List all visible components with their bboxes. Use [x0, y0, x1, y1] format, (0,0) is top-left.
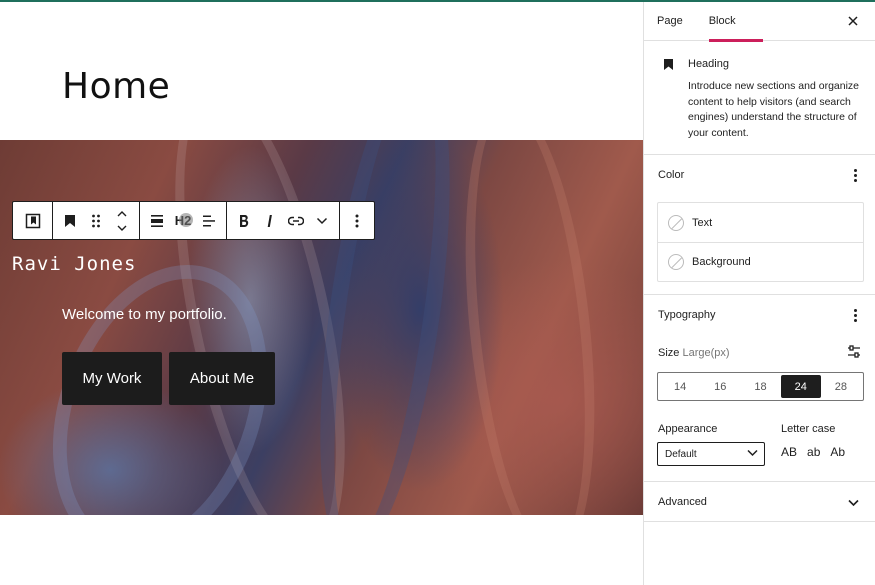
drag-handle-icon: [92, 214, 100, 227]
block-toolbar: H2: [12, 201, 375, 240]
bold-button[interactable]: [231, 202, 257, 239]
my-work-button[interactable]: My Work: [62, 352, 162, 405]
vertical-ellipsis-icon: [355, 214, 359, 227]
text-align-button[interactable]: [196, 202, 222, 239]
color-panel-title[interactable]: Color: [658, 169, 684, 181]
size-option-24[interactable]: 24: [780, 375, 821, 398]
drag-handle[interactable]: [83, 202, 109, 239]
link-icon: [288, 216, 304, 225]
close-sidebar-button[interactable]: [845, 13, 861, 29]
letter-case-uppercase[interactable]: AB: [781, 445, 797, 459]
tab-block[interactable]: Block: [696, 2, 763, 42]
link-button[interactable]: [283, 202, 309, 239]
more-rich-text-button[interactable]: [309, 202, 335, 239]
toolbar-group-block: [53, 202, 140, 239]
heading-block[interactable]: Ravi Jones: [12, 253, 136, 275]
bookmark-icon: [65, 214, 75, 227]
settings-sidebar: Page Block Heading Introduce new section…: [643, 2, 875, 585]
align-button[interactable]: [144, 202, 170, 239]
typography-panel: Typography Size Large(px) 14 16 18 24 28…: [644, 295, 875, 482]
letter-case-capitalize[interactable]: Ab: [830, 445, 845, 459]
letter-case-options: AB ab Ab: [781, 445, 845, 459]
appearance-select[interactable]: Default: [657, 442, 765, 466]
advanced-panel-title[interactable]: Advanced: [658, 496, 707, 508]
options-button[interactable]: [344, 202, 370, 239]
cover-block[interactable]: Ravi Jones Welcome to my portfolio. My W…: [0, 140, 643, 515]
cursor-indicator: [179, 213, 193, 227]
typography-panel-title[interactable]: Typography: [658, 309, 715, 321]
about-me-button[interactable]: About Me: [169, 352, 275, 405]
select-parent-button[interactable]: [20, 202, 46, 239]
size-option-18[interactable]: 18: [740, 375, 780, 398]
letter-case-label: Letter case: [781, 423, 836, 435]
italic-button[interactable]: [257, 202, 283, 239]
size-value: Large(px): [682, 347, 730, 359]
size-option-28[interactable]: 28: [821, 375, 861, 398]
bookmark-icon: [664, 59, 673, 70]
color-item-text[interactable]: Text: [658, 203, 863, 242]
toolbar-group-format: H2: [140, 202, 227, 239]
chevron-down-icon[interactable]: [848, 499, 859, 507]
block-description: Introduce new sections and organize cont…: [688, 80, 860, 139]
block-title: Heading: [688, 58, 729, 70]
page-title[interactable]: Home: [62, 66, 170, 107]
move-up-down-icon: [117, 210, 127, 231]
empty-swatch-icon: [668, 214, 684, 231]
appearance-label: Appearance: [658, 423, 718, 435]
block-card: Heading Introduce new sections and organ…: [644, 41, 875, 155]
empty-swatch-icon: [668, 254, 684, 270]
color-item-label: Background: [692, 256, 751, 268]
color-options-button[interactable]: [854, 169, 858, 184]
bold-icon: [240, 214, 249, 227]
toolbar-group-options: [340, 202, 374, 239]
select-parent-icon: [25, 213, 40, 228]
size-option-14[interactable]: 14: [660, 375, 700, 398]
italic-icon: [267, 214, 272, 227]
size-label-row: Size Large(px): [658, 347, 730, 359]
close-icon: [848, 16, 858, 26]
size-option-16[interactable]: 16: [700, 375, 740, 398]
color-item-background[interactable]: Background: [658, 242, 863, 281]
chevron-down-icon: [747, 449, 758, 457]
color-item-label: Text: [692, 216, 713, 229]
cover-texture: [446, 140, 614, 515]
editor-canvas[interactable]: Home Ravi Jones Welcome to my portfolio.…: [0, 2, 643, 585]
sidebar-tabs: Page Block: [644, 2, 875, 42]
toolbar-group-parent: [13, 202, 53, 239]
letter-case-lowercase[interactable]: ab: [807, 445, 820, 459]
color-list: Text Background: [657, 202, 864, 282]
advanced-panel[interactable]: Advanced: [644, 482, 875, 522]
toolbar-group-richtext: [227, 202, 340, 239]
block-type-button[interactable]: [57, 202, 83, 239]
sliders-icon: [848, 345, 860, 358]
align-wide-icon: [151, 214, 163, 227]
text-align-left-icon: [203, 215, 215, 226]
move-buttons[interactable]: [109, 202, 135, 239]
appearance-select-value: Default: [665, 448, 697, 460]
font-size-picker: 14 16 18 24 28: [657, 372, 864, 401]
tab-page[interactable]: Page: [644, 2, 696, 41]
size-label: Size: [658, 347, 680, 359]
color-panel: Color Text Background: [644, 155, 875, 295]
custom-size-button[interactable]: [847, 345, 861, 363]
chevron-down-icon: [316, 217, 328, 224]
heading-level-button[interactable]: H2: [170, 202, 196, 239]
typography-options-button[interactable]: [854, 309, 858, 324]
tagline-paragraph[interactable]: Welcome to my portfolio.: [62, 306, 227, 323]
